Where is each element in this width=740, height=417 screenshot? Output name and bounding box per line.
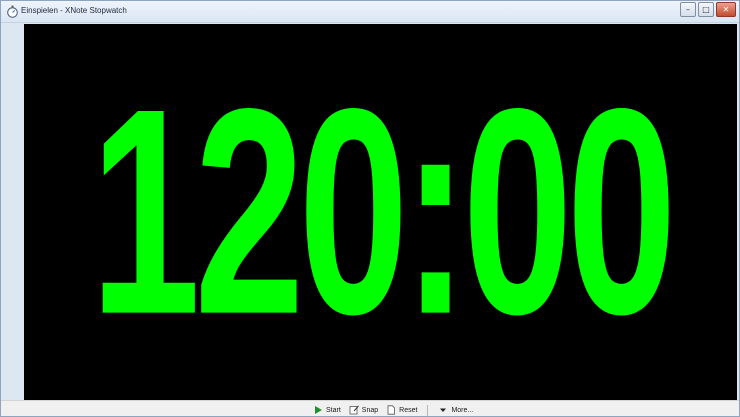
bottom-toolbar: Start Snap Reset More... <box>1 400 739 416</box>
snap-label: Snap <box>361 406 379 414</box>
page-icon <box>387 405 396 415</box>
toolbar-separator <box>427 404 429 416</box>
stopwatch-icon <box>7 5 18 18</box>
stopwatch-display: 120:00 <box>24 24 737 400</box>
more-button[interactable]: More... <box>438 405 473 415</box>
reset-button[interactable]: Reset <box>386 405 417 415</box>
time-readout: 120:00 <box>90 47 677 375</box>
maximize-button[interactable]: □ <box>698 2 714 17</box>
app-window: Einspielen - XNote Stopwatch – □ ✕ 120:0… <box>0 0 740 417</box>
start-button[interactable]: Start <box>313 405 341 415</box>
title-bar[interactable]: Einspielen - XNote Stopwatch – □ ✕ <box>1 1 739 23</box>
minimize-button[interactable]: – <box>680 2 696 17</box>
start-label: Start <box>326 406 341 414</box>
window-title: Einspielen - XNote Stopwatch <box>21 6 127 15</box>
play-icon <box>315 406 322 414</box>
dropdown-arrow-icon <box>440 408 447 412</box>
snap-button[interactable]: Snap <box>349 405 378 415</box>
more-label: More... <box>451 406 474 414</box>
reset-label: Reset <box>399 406 418 414</box>
close-button[interactable]: ✕ <box>716 2 736 17</box>
snapshot-icon <box>349 405 359 415</box>
